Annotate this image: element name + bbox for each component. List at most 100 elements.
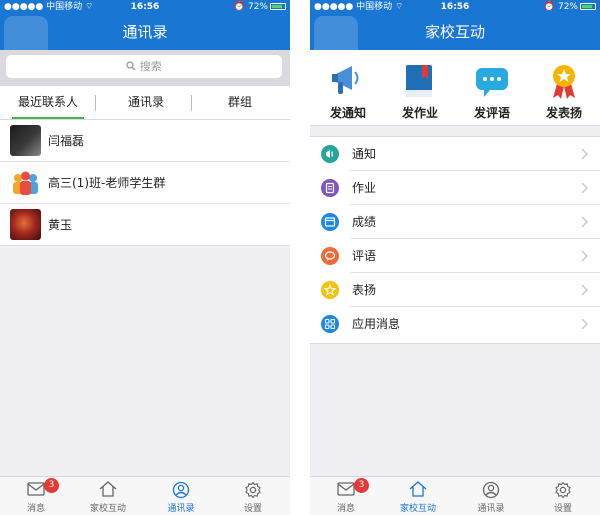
quick-action-label: 发通知 [329,106,366,120]
contact-row[interactable]: 闫福磊 [0,120,290,162]
tab-bar-label: 消息 [26,504,45,514]
contact-name: 闫福磊 [48,134,85,148]
group-avatar-icon [13,171,38,195]
quick-actions: 发通知 发作业 发评语 发表扬 [310,50,600,126]
alarm-icon: ⏰ [233,2,246,12]
contact-name: 黄玉 [48,218,73,232]
tab-bar-settings[interactable]: 设置 [527,477,599,515]
chevron-right-icon [581,216,588,228]
menu-label: 表扬 [352,283,377,297]
send-praise-button[interactable]: 发表扬 [528,58,600,124]
home-icon [409,481,427,497]
contacts-screen: ●●●●● 中国移动 ⌔ 16:56 ⏰ 72% 通讯录 搜索 最近联系人 通讯… [0,0,290,515]
menu-label: 作业 [352,181,377,195]
avatar [10,125,41,156]
menu-label: 通知 [352,147,377,161]
search-placeholder: 搜索 [139,60,162,73]
menu-item-grades[interactable]: 成绩 [310,205,600,239]
tab-groups[interactable]: 群组 [200,86,280,119]
tab-bar-label: 通讯录 [477,504,505,514]
avatar [10,209,41,240]
send-comment-button[interactable]: 发评语 [456,58,528,124]
contact-row[interactable]: 高三(1)班-老师学生群 [0,162,290,204]
send-notice-button[interactable]: 发通知 [312,58,384,124]
tab-bar-label: 消息 [336,504,355,514]
tab-label: 最近联系人 [17,95,78,109]
chevron-right-icon [581,250,588,262]
tab-bar-home-school[interactable]: 家校互动 [72,477,144,515]
search-input[interactable]: 搜索 [6,55,282,78]
chevron-right-icon [581,182,588,194]
chevron-right-icon [581,284,588,296]
apps-icon [321,315,339,333]
menu-item-comments[interactable]: 评语 [310,239,600,273]
quick-action-label: 发表扬 [545,106,582,120]
tab-bar-label: 设置 [243,504,262,514]
quick-action-label: 发评语 [473,106,510,120]
tab-bar-messages[interactable]: 3 消息 [310,477,382,515]
menu-label: 成绩 [352,215,377,229]
status-bar: ●●●●● 中国移动 ⌔ 16:56 ⏰ 72% [0,0,290,14]
battery-icon [580,3,596,10]
quick-action-label: 发作业 [401,106,438,120]
mail-icon [27,482,45,496]
alarm-icon: ⏰ [543,2,556,12]
tab-bar-label: 通讯录 [167,504,195,514]
contact-row[interactable]: 黄玉 [0,204,290,246]
unread-badge: 3 [44,478,59,493]
tab-bar-label: 家校互动 [399,504,436,514]
tab-contacts[interactable]: 通讯录 [106,86,186,119]
chevron-right-icon [581,148,588,160]
chevron-right-icon [581,318,588,330]
tab-bar-messages[interactable]: 3 消息 [0,477,72,515]
tab-divider [191,95,192,111]
star-icon [321,281,339,299]
tab-bar: 3 消息 家校互动 通讯录 设置 [0,476,290,515]
tab-bar-home-school[interactable]: 家校互动 [382,477,454,515]
menu-label: 评语 [352,249,377,263]
battery-percent: 72% [557,2,578,12]
contacts-icon [172,481,190,499]
nav-bar: 家校互动 [310,14,600,60]
search-icon [126,61,136,71]
tab-divider [95,95,96,111]
battery-percent: 72% [247,2,268,12]
tab-recent-contacts[interactable]: 最近联系人 [12,86,84,119]
book-icon [406,65,432,97]
feature-menu: 通知 作业 成绩 评语 表扬 应用消息 [310,136,600,344]
page-title: 家校互动 [424,23,485,41]
page-title: 通讯录 [122,23,168,41]
tab-bar-label: 设置 [553,504,572,514]
menu-item-homework[interactable]: 作业 [310,171,600,205]
contacts-icon [482,481,500,499]
battery-icon [270,3,286,10]
tab-label: 群组 [227,95,252,109]
tab-bar-contacts[interactable]: 通讯录 [455,477,527,515]
unread-badge: 3 [354,478,369,493]
tab-label: 通讯录 [127,95,164,109]
chat-bubble-icon [476,68,508,97]
tab-bar-contacts[interactable]: 通讯录 [145,477,217,515]
status-bar: ●●●●● 中国移动 ⌔ 16:56 ⏰ 72% [310,0,600,14]
search-bar: 搜索 [0,50,290,86]
mail-icon [337,482,355,496]
homework-icon [321,179,339,197]
menu-item-praise[interactable]: 表扬 [310,273,600,307]
nav-bar: 通讯录 [0,14,290,60]
menu-item-notice[interactable]: 通知 [310,137,600,171]
tab-bar-label: 家校互动 [89,504,126,514]
send-homework-button[interactable]: 发作业 [384,58,456,124]
menu-item-app-messages[interactable]: 应用消息 [310,307,600,341]
grades-icon [321,213,339,231]
home-icon [99,481,117,497]
gear-icon [555,481,571,499]
menu-label: 应用消息 [352,317,401,331]
tab-bar-settings[interactable]: 设置 [217,477,289,515]
home-school-screen: ●●●●● 中国移动 ⌔ 16:56 ⏰ 72% 家校互动 发通知 发作业 发评… [310,0,600,515]
contact-tabs: 最近联系人 通讯录 群组 [0,86,290,120]
medal-icon [553,65,575,99]
contact-name: 高三(1)班-老师学生群 [48,176,166,190]
battery-info: ⏰ 72% [234,0,286,14]
megaphone-icon [332,66,359,94]
battery-info: ⏰ 72% [544,0,596,14]
